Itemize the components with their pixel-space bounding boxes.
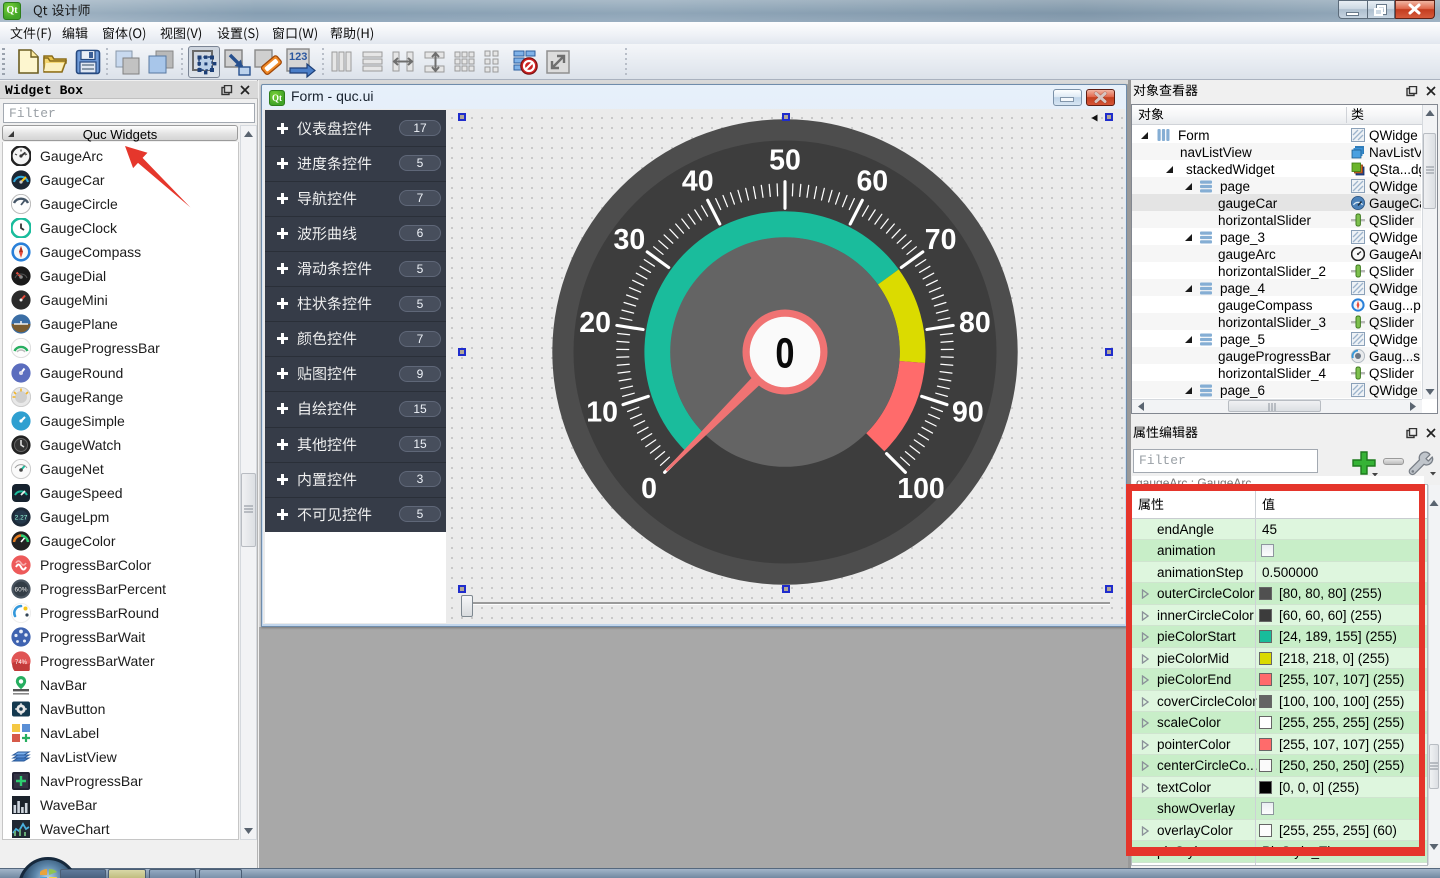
svg-text:74%: 74% — [15, 660, 28, 666]
svg-text:0: 0 — [775, 330, 794, 377]
svg-text:123: 123 — [289, 51, 307, 63]
svg-text:40: 40 — [682, 166, 714, 198]
svg-text:10: 10 — [586, 396, 618, 428]
svg-text:30: 30 — [614, 224, 646, 256]
svg-text:60: 60 — [856, 166, 888, 198]
svg-text:50: 50 — [769, 145, 801, 177]
svg-text:80: 80 — [959, 307, 991, 339]
svg-text:70: 70 — [925, 224, 957, 256]
svg-text:2.27: 2.27 — [15, 514, 28, 521]
svg-text:60%: 60% — [14, 586, 27, 593]
svg-text:20: 20 — [579, 307, 611, 339]
svg-text:90: 90 — [952, 396, 984, 428]
svg-text:0: 0 — [641, 473, 657, 505]
svg-text:100: 100 — [897, 473, 945, 505]
